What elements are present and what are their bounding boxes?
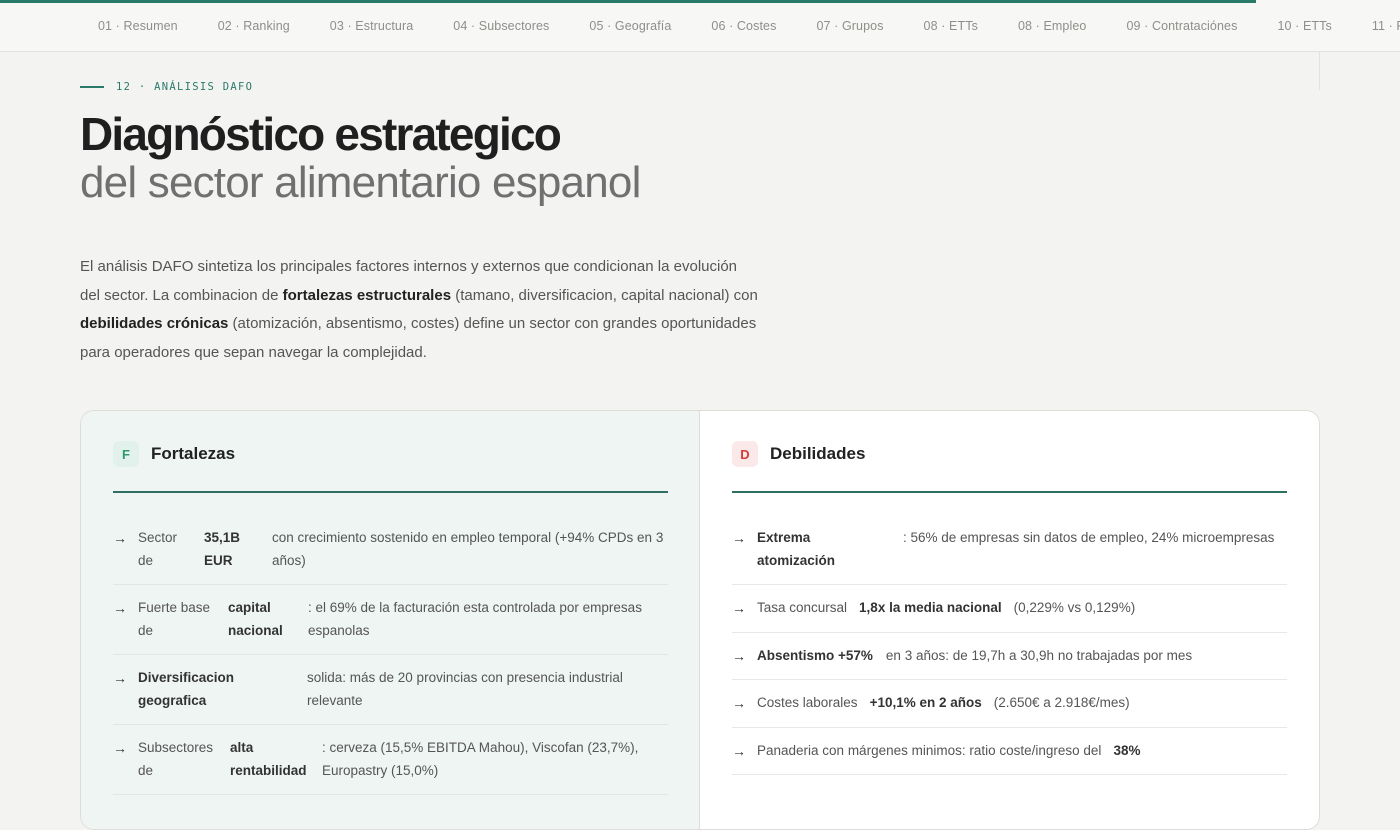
tab-etts-10[interactable]: 10 · ETTs [1277,19,1331,33]
intro-text-2: (tamano, diversificacion, capital nacion… [451,286,758,304]
intro-bold-2: debilidades crónicas [80,315,229,332]
arrow-right-icon: → [113,670,127,686]
tab-subsectores[interactable]: 04 · Subsectores [453,19,549,33]
weaknesses-panel: D Debilidades → Extrema atomización : 56… [700,411,1319,829]
tab-ranking[interactable]: 02 · Ranking [218,19,290,33]
item-highlight: alta rentabilidad [230,740,307,778]
tab-grupos[interactable]: 07 · Grupos [816,19,883,33]
list-item: → Costes laborales +10,1% en 2 años (2.6… [732,680,1287,728]
item-highlight: Extrema atomización [757,530,836,568]
tab-resumen[interactable]: 01 · Resumen [98,19,178,33]
tab-estructura[interactable]: 03 · Estructura [330,19,413,33]
list-item: → Sector de 35,1B EUR con crecimiento so… [113,515,668,585]
item-prefix: Tasa concursal [757,600,848,615]
item-text: con crecimiento sostenido en empleo temp… [272,530,664,568]
item-highlight: Diversificacion geografica [138,670,235,708]
strengths-header: F Fortalezas [113,441,668,493]
item-prefix: Subsectores de [138,740,214,778]
top-navigation: 01 · Resumen 02 · Ranking 03 · Estructur… [0,0,1400,52]
list-item: → Fuerte base de capital nacional : el 6… [113,585,668,655]
weaknesses-title: Debilidades [770,444,866,463]
list-item: → Tasa concursal 1,8x la media nacional … [732,585,1287,633]
item-prefix: Panaderia con márgenes minimos: ratio co… [757,742,1102,758]
item-highlight: 1,8x la media nacional [859,600,1002,615]
item-prefix: Sector de [138,530,178,568]
tab-11-truncated[interactable]: 11 · R [1372,19,1400,33]
item-prefix: Fuerte base de [138,600,211,638]
section-tag-dash [80,86,104,88]
item-highlight: capital nacional [228,600,283,638]
strengths-list: → Sector de 35,1B EUR con crecimiento so… [113,515,668,795]
weaknesses-list: → Extrema atomización : 56% de empresas … [732,515,1287,775]
strengths-title: Fortalezas [151,444,236,463]
item-highlight: 35,1B EUR [204,530,241,568]
tab-contrataciones[interactable]: 09 · Contrataciónes [1126,19,1237,33]
item-text: : cerveza (15,5% EBITDA Mahou), Viscofan… [322,740,639,778]
weaknesses-badge: D [732,441,758,467]
item-text: (2.650€ a 2.918€/mes) [993,695,1130,710]
item-text: (0,229% vs 0,129%) [1013,600,1136,615]
divider-line [1319,52,1320,90]
arrow-right-icon: → [732,530,746,546]
tab-etts-08[interactable]: 08 · ETTs [924,19,978,33]
list-item: → Diversificacion geografica solida: más… [113,655,668,725]
item-text: : 56% de empresas sin datos de empleo, 2… [903,530,1275,545]
item-highlight: +10,1% en 2 años [869,695,982,710]
list-item: → Panaderia con márgenes minimos: ratio … [732,728,1287,775]
list-item: → Extrema atomización : 56% de empresas … [732,515,1287,585]
arrow-right-icon: → [732,695,746,711]
dafo-card: F Fortalezas → Sector de 35,1B EUR con c… [80,410,1320,830]
page-subtitle: del sector alimentario espanol [80,158,641,207]
item-text: : el 69% de la facturación esta controla… [308,600,642,638]
list-item: → Absentismo +57% en 3 años: de 19,7h a … [732,633,1287,680]
arrow-right-icon: → [113,740,127,756]
section-tag: 12 · ANÁLISIS DAFO [80,80,253,94]
list-item: → Subsectores de alta rentabilidad : cer… [113,725,668,795]
strengths-badge: F [113,441,139,467]
page-title: Diagnóstico estrategico [80,108,562,160]
arrow-right-icon: → [732,647,746,664]
arrow-right-icon: → [113,530,127,546]
weaknesses-header: D Debilidades [732,441,1287,493]
intro-bold-1: fortalezas estructurales [282,286,452,304]
tab-costes[interactable]: 06 · Costes [711,19,776,33]
strengths-panel: F Fortalezas → Sector de 35,1B EUR con c… [81,411,700,829]
item-highlight: 38% [1113,742,1141,758]
section-tabs: 01 · Resumen 02 · Ranking 03 · Estructur… [98,0,1400,51]
arrow-right-icon: → [113,600,127,616]
item-text: en 3 años: de 19,7h a 30,9h no trabajada… [885,647,1193,663]
tab-empleo[interactable]: 08 · Empleo [1018,19,1087,33]
arrow-right-icon: → [732,742,746,759]
intro-paragraph: El análisis DAFO sintetiza los principal… [80,253,760,367]
item-text: solida: más de 20 provincias con presenc… [307,670,623,708]
arrow-right-icon: → [732,600,746,616]
item-highlight: Absentismo +57% [757,647,873,663]
section-tag-label: 12 · ANÁLISIS DAFO [116,81,254,93]
item-prefix: Costes laborales [757,695,858,710]
tab-geografia[interactable]: 05 · Geografía [589,19,671,33]
